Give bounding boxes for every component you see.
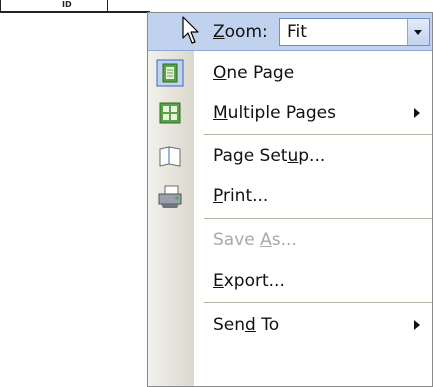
menu-item-label: Multiple Pages bbox=[213, 103, 336, 123]
submenu-arrow-icon bbox=[414, 320, 420, 330]
menu-item-one-page[interactable]: One Page bbox=[148, 53, 432, 93]
column-header-id: ID bbox=[62, 0, 72, 9]
zoom-combo-box[interactable]: Fit bbox=[279, 18, 430, 46]
zoom-value: Fit bbox=[287, 22, 307, 42]
zoom-dropdown-button[interactable] bbox=[407, 19, 429, 45]
mouse-cursor-icon bbox=[182, 16, 199, 44]
menu-item-label: Export... bbox=[213, 271, 285, 291]
one-page-icon bbox=[156, 59, 184, 87]
context-menu: Zoom: Fit One Page Multiple Pages Page S… bbox=[147, 12, 433, 387]
header-divider bbox=[107, 0, 108, 13]
submenu-arrow-icon bbox=[414, 108, 420, 118]
header-rule bbox=[0, 11, 150, 13]
menu-item-page-setup[interactable]: Page Setup... bbox=[148, 136, 432, 176]
menu-item-label: Send To bbox=[213, 315, 280, 335]
menu-item-send-to[interactable]: Send To bbox=[148, 305, 432, 345]
header-divider bbox=[0, 0, 1, 13]
zoom-label: Zoom: bbox=[213, 21, 268, 42]
menu-item-multiple-pages[interactable]: Multiple Pages bbox=[148, 93, 432, 133]
report-column-header: ID bbox=[0, 0, 150, 14]
menu-item-export[interactable]: Export... bbox=[148, 261, 432, 301]
menu-separator bbox=[204, 302, 432, 303]
menu-item-label: Page Setup... bbox=[213, 146, 326, 166]
menu-separator bbox=[204, 218, 432, 219]
menu-item-label: Save As... bbox=[213, 230, 297, 250]
menu-item-save-as: Save As... bbox=[148, 220, 432, 260]
multiple-pages-icon bbox=[156, 99, 184, 127]
menu-item-print[interactable]: Print... bbox=[148, 176, 432, 216]
menu-item-label: Print... bbox=[213, 186, 269, 206]
menu-separator bbox=[204, 134, 432, 135]
menu-item-label: One Page bbox=[213, 63, 295, 83]
printer-icon bbox=[156, 182, 184, 210]
page-setup-icon bbox=[156, 142, 184, 170]
